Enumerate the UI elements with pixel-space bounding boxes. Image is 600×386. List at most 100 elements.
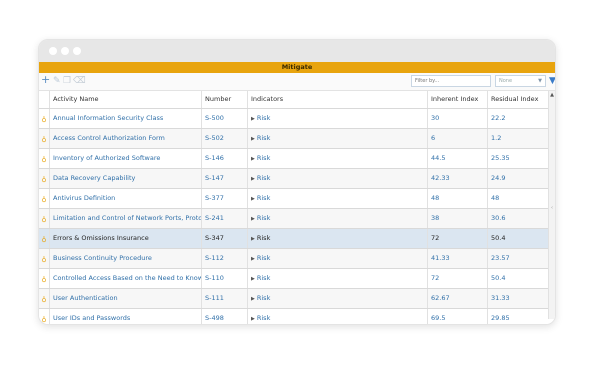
table-row[interactable]: ⚲ Limitation and Control of Network Ports…: [39, 209, 555, 229]
cell-inherent-index: 44.5: [427, 149, 487, 168]
table-row[interactable]: ⚲ Annual Information Security Class S-500 ▶…: [39, 109, 555, 129]
cell-activity-name[interactable]: Annual Information Security Class: [49, 109, 201, 128]
copy-icon[interactable]: ❐: [63, 76, 71, 86]
cell-residual-index: 1.2: [487, 129, 549, 148]
cell-indicators[interactable]: ▶ Risk: [247, 129, 427, 148]
cell-activity-name[interactable]: Business Continuity Procedure: [49, 249, 201, 268]
cell-activity-name[interactable]: Errors & Omissions Insurance: [49, 229, 201, 248]
cell-number: S-146: [201, 149, 247, 168]
pin-icon[interactable]: ⚲: [39, 169, 49, 188]
pin-icon[interactable]: ⚲: [39, 249, 49, 268]
panel-title: Mitigate: [39, 62, 555, 73]
cell-indicators[interactable]: ▶ Risk: [247, 249, 427, 268]
vertical-scrollbar[interactable]: ▲ ‹: [548, 91, 555, 319]
indicator-label: Risk: [256, 114, 271, 122]
cell-indicators[interactable]: ▶ Risk: [247, 229, 427, 248]
cell-residual-index: 25.35: [487, 149, 549, 168]
indicator-label: Risk: [256, 294, 271, 302]
cell-activity-name[interactable]: Limitation and Control of Network Ports,…: [49, 209, 201, 228]
cell-residual-index: 23.57: [487, 249, 549, 268]
app-window: Mitigate + ✎ ❐ ⌫ None ▼ ▼ Activity Name …: [38, 39, 556, 325]
chevron-down-icon: ▼: [538, 78, 542, 84]
pin-icon[interactable]: ⚲: [39, 189, 49, 208]
table-row[interactable]: ⚲ User Authentication S-111 ▶ Risk 62.67 31.33: [39, 289, 555, 309]
cell-activity-name[interactable]: Controlled Access Based on the Need to K…: [49, 269, 201, 288]
filter-icon[interactable]: ▼: [549, 76, 555, 86]
indicator-label: Risk: [256, 234, 271, 242]
table-row[interactable]: ⚲ Access Control Authorization Form S-502 ▶…: [39, 129, 555, 149]
cell-indicators[interactable]: ▶ Risk: [247, 269, 427, 288]
table-row[interactable]: ⚲ Inventory of Authorized Software S-146 ▶ R…: [39, 149, 555, 169]
expand-arrow-icon[interactable]: ▶: [251, 316, 255, 322]
cell-inherent-index: 30: [427, 109, 487, 128]
cell-activity-name[interactable]: User IDs and Passwords: [49, 309, 201, 324]
filter-select-value: None: [499, 78, 513, 84]
expand-arrow-icon[interactable]: ▶: [251, 276, 255, 282]
cell-indicators[interactable]: ▶ Risk: [247, 109, 427, 128]
cell-inherent-index: 48: [427, 189, 487, 208]
pin-icon[interactable]: ⚲: [39, 269, 49, 288]
cell-residual-index: 29.85: [487, 309, 549, 324]
pin-icon[interactable]: ⚲: [39, 109, 49, 128]
cell-activity-name[interactable]: Inventory of Authorized Software: [49, 149, 201, 168]
column-header-indicators[interactable]: Indicators: [247, 91, 427, 108]
table-row[interactable]: ⚲ Errors & Omissions Insurance S-347 ▶ Risk 7…: [39, 229, 555, 249]
expand-arrow-icon[interactable]: ▶: [251, 136, 255, 142]
cell-number: S-347: [201, 229, 247, 248]
delete-icon[interactable]: ⌫: [73, 76, 86, 86]
table-row[interactable]: ⚲ Business Continuity Procedure S-112 ▶ Risk…: [39, 249, 555, 269]
edit-icon[interactable]: ✎: [53, 76, 61, 86]
expand-arrow-icon[interactable]: ▶: [251, 156, 255, 162]
cell-indicators[interactable]: ▶ Risk: [247, 289, 427, 308]
cell-activity-name[interactable]: Antivirus Definition: [49, 189, 201, 208]
pin-icon[interactable]: ⚲: [39, 149, 49, 168]
expand-arrow-icon[interactable]: ▶: [251, 176, 255, 182]
filter-select[interactable]: None ▼: [495, 75, 546, 87]
expand-arrow-icon[interactable]: ▶: [251, 196, 255, 202]
indicator-label: Risk: [256, 274, 271, 282]
cell-number: S-498: [201, 309, 247, 324]
cell-residual-index: 31.33: [487, 289, 549, 308]
scroll-thumb[interactable]: ‹: [550, 205, 554, 211]
table-row[interactable]: ⚲ Data Recovery Capability S-147 ▶ Risk 42.33…: [39, 169, 555, 189]
cell-inherent-index: 41.33: [427, 249, 487, 268]
add-icon[interactable]: +: [41, 74, 50, 85]
column-header-inherent-index[interactable]: Inherent Index: [427, 91, 487, 108]
table-row[interactable]: ⚲ Antivirus Definition S-377 ▶ Risk 48 48: [39, 189, 555, 209]
expand-arrow-icon[interactable]: ▶: [251, 116, 255, 122]
cell-residual-index: 50.4: [487, 269, 549, 288]
cell-indicators[interactable]: ▶ Risk: [247, 209, 427, 228]
cell-indicators[interactable]: ▶ Risk: [247, 149, 427, 168]
cell-number: S-500: [201, 109, 247, 128]
cell-number: S-377: [201, 189, 247, 208]
filter-input[interactable]: [411, 75, 491, 87]
expand-arrow-icon[interactable]: ▶: [251, 236, 255, 242]
window-dot-3: [73, 47, 81, 55]
cell-activity-name[interactable]: User Authentication: [49, 289, 201, 308]
column-header-residual-index[interactable]: Residual Index: [487, 91, 549, 108]
cell-number: S-502: [201, 129, 247, 148]
expand-arrow-icon[interactable]: ▶: [251, 216, 255, 222]
column-header-activity-name[interactable]: Activity Name: [49, 91, 201, 108]
expand-arrow-icon[interactable]: ▶: [251, 296, 255, 302]
cell-inherent-index: 72: [427, 229, 487, 248]
indicator-label: Risk: [256, 314, 271, 322]
cell-inherent-index: 38: [427, 209, 487, 228]
table-row[interactable]: ⚲ User IDs and Passwords S-498 ▶ Risk 69.5 29.…: [39, 309, 555, 324]
cell-residual-index: 22.2: [487, 109, 549, 128]
expand-arrow-icon[interactable]: ▶: [251, 256, 255, 262]
cell-indicators[interactable]: ▶ Risk: [247, 309, 427, 324]
table-row[interactable]: ⚲ Controlled Access Based on the Need to …: [39, 269, 555, 289]
cell-indicators[interactable]: ▶ Risk: [247, 169, 427, 188]
pin-icon[interactable]: ⚲: [39, 289, 49, 308]
cell-indicators[interactable]: ▶ Risk: [247, 189, 427, 208]
pin-icon[interactable]: ⚲: [39, 309, 49, 324]
scroll-up-icon[interactable]: ▲: [549, 92, 555, 98]
pin-icon[interactable]: ⚲: [39, 229, 49, 248]
cell-inherent-index: 62.67: [427, 289, 487, 308]
column-header-number[interactable]: Number: [201, 91, 247, 108]
pin-icon[interactable]: ⚲: [39, 209, 49, 228]
cell-activity-name[interactable]: Data Recovery Capability: [49, 169, 201, 188]
pin-icon[interactable]: ⚲: [39, 129, 49, 148]
cell-activity-name[interactable]: Access Control Authorization Form: [49, 129, 201, 148]
